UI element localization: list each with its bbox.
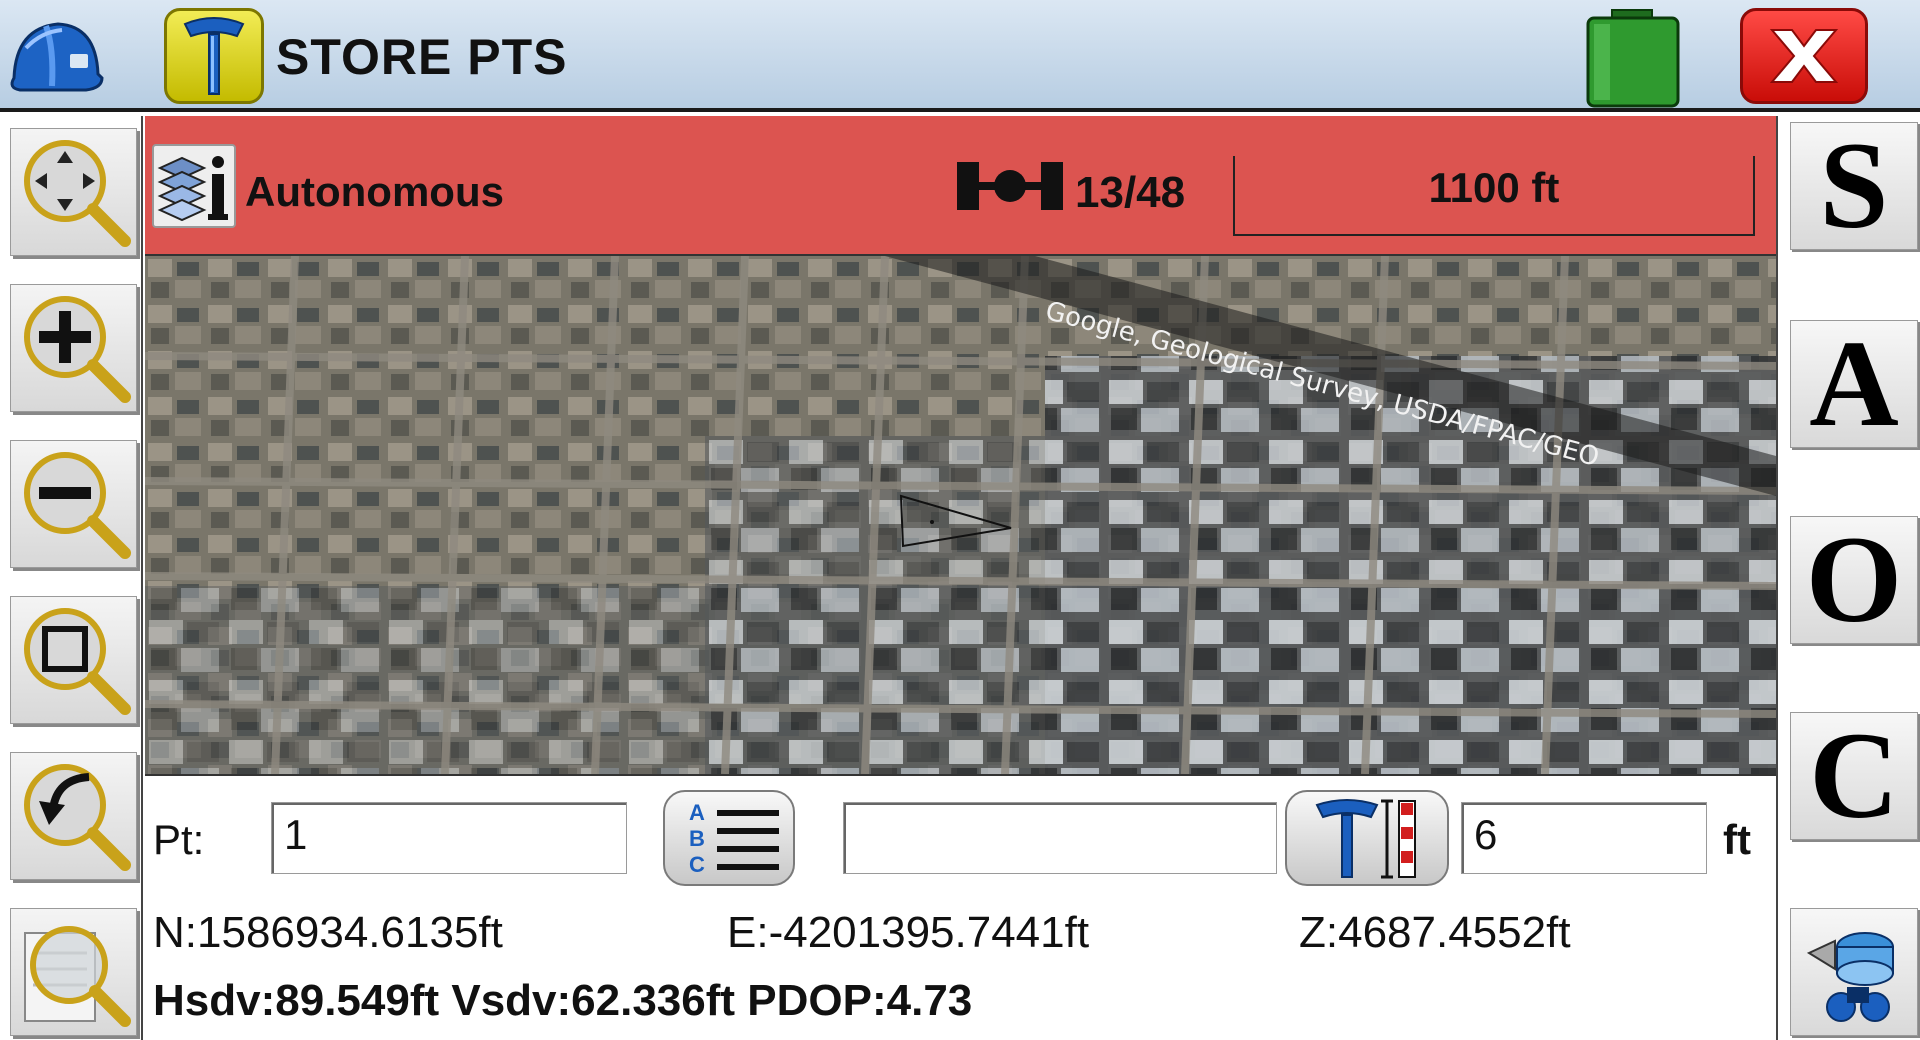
antenna-height-unit: ft bbox=[1723, 816, 1751, 863]
zoom-out-button[interactable] bbox=[10, 440, 137, 568]
layers-info-icon bbox=[157, 156, 228, 222]
map-scale: 1100 ft bbox=[1233, 156, 1755, 236]
pan-zoom-icon bbox=[24, 140, 131, 247]
zoom-in-icon bbox=[24, 296, 131, 403]
satellite-icon[interactable] bbox=[955, 160, 1065, 212]
survey-setup-button[interactable] bbox=[1790, 908, 1918, 1036]
zoom-list-button[interactable] bbox=[10, 908, 137, 1036]
offset-o-button[interactable]: O bbox=[1790, 516, 1918, 644]
pan-button[interactable] bbox=[10, 128, 137, 256]
close-button[interactable] bbox=[1740, 8, 1868, 104]
zoom-previous-button[interactable] bbox=[10, 752, 137, 880]
satellite-count: 13/48 bbox=[1075, 168, 1186, 217]
survey-equipment-icon bbox=[1806, 932, 1894, 1022]
abc-list-icon: A B C bbox=[689, 800, 779, 877]
right-toolbar: S A O C bbox=[1776, 116, 1920, 1040]
svg-text:A: A bbox=[689, 800, 705, 825]
left-toolbar bbox=[0, 116, 143, 1040]
point-label: Pt: bbox=[153, 816, 205, 863]
easting-readout: E:-4201395.7441ft bbox=[727, 908, 1090, 957]
page-title: STORE PTS bbox=[276, 29, 568, 85]
antenna-height-icon bbox=[1315, 799, 1416, 879]
map-view[interactable]: Google, Geological Survey, USDA/FPAC/GEO bbox=[145, 256, 1776, 774]
zoom-extents-icon bbox=[24, 608, 131, 715]
zoom-list-icon bbox=[24, 926, 131, 1027]
svg-text:C: C bbox=[689, 852, 705, 877]
store-point-form: Pt: 1 A B C 6 ft N:1586934.6135ft E:-420… bbox=[145, 774, 1776, 1040]
hard-hat-icon[interactable] bbox=[6, 8, 106, 104]
close-icon bbox=[1769, 29, 1839, 83]
solution-mode: Autonomous bbox=[245, 168, 504, 215]
zoom-in-button[interactable] bbox=[10, 284, 137, 412]
description-input[interactable] bbox=[843, 802, 1277, 874]
title-bar: STORE PTS bbox=[0, 0, 1920, 112]
satellite-imagery bbox=[145, 256, 1776, 774]
svg-text:B: B bbox=[689, 826, 705, 851]
average-a-button[interactable]: A bbox=[1790, 320, 1918, 448]
continuous-c-button[interactable]: C bbox=[1790, 712, 1918, 840]
northing-readout: N:1586934.6135ft bbox=[153, 908, 503, 957]
zoom-out-icon bbox=[24, 452, 131, 559]
zoom-previous-icon bbox=[24, 764, 131, 871]
battery-icon[interactable] bbox=[1582, 8, 1684, 108]
zoom-extents-button[interactable] bbox=[10, 596, 137, 724]
antenna-height-button[interactable] bbox=[1285, 790, 1449, 886]
elevation-readout: Z:4687.4552ft bbox=[1299, 908, 1571, 957]
point-number-input[interactable]: 1 bbox=[271, 802, 627, 874]
antenna-height-input[interactable]: 6 bbox=[1461, 802, 1707, 874]
description-list-button[interactable]: A B C bbox=[663, 790, 795, 886]
store-s-button[interactable]: S bbox=[1790, 122, 1918, 250]
layers-info-button[interactable] bbox=[152, 144, 236, 228]
precision-readout: Hsdv:89.549ft Vsdv:62.336ft PDOP:4.73 bbox=[153, 976, 973, 1025]
gnss-rod-icon[interactable] bbox=[164, 8, 264, 104]
gnss-status-bar: Autonomous 13/48 1100 ft bbox=[145, 116, 1776, 256]
